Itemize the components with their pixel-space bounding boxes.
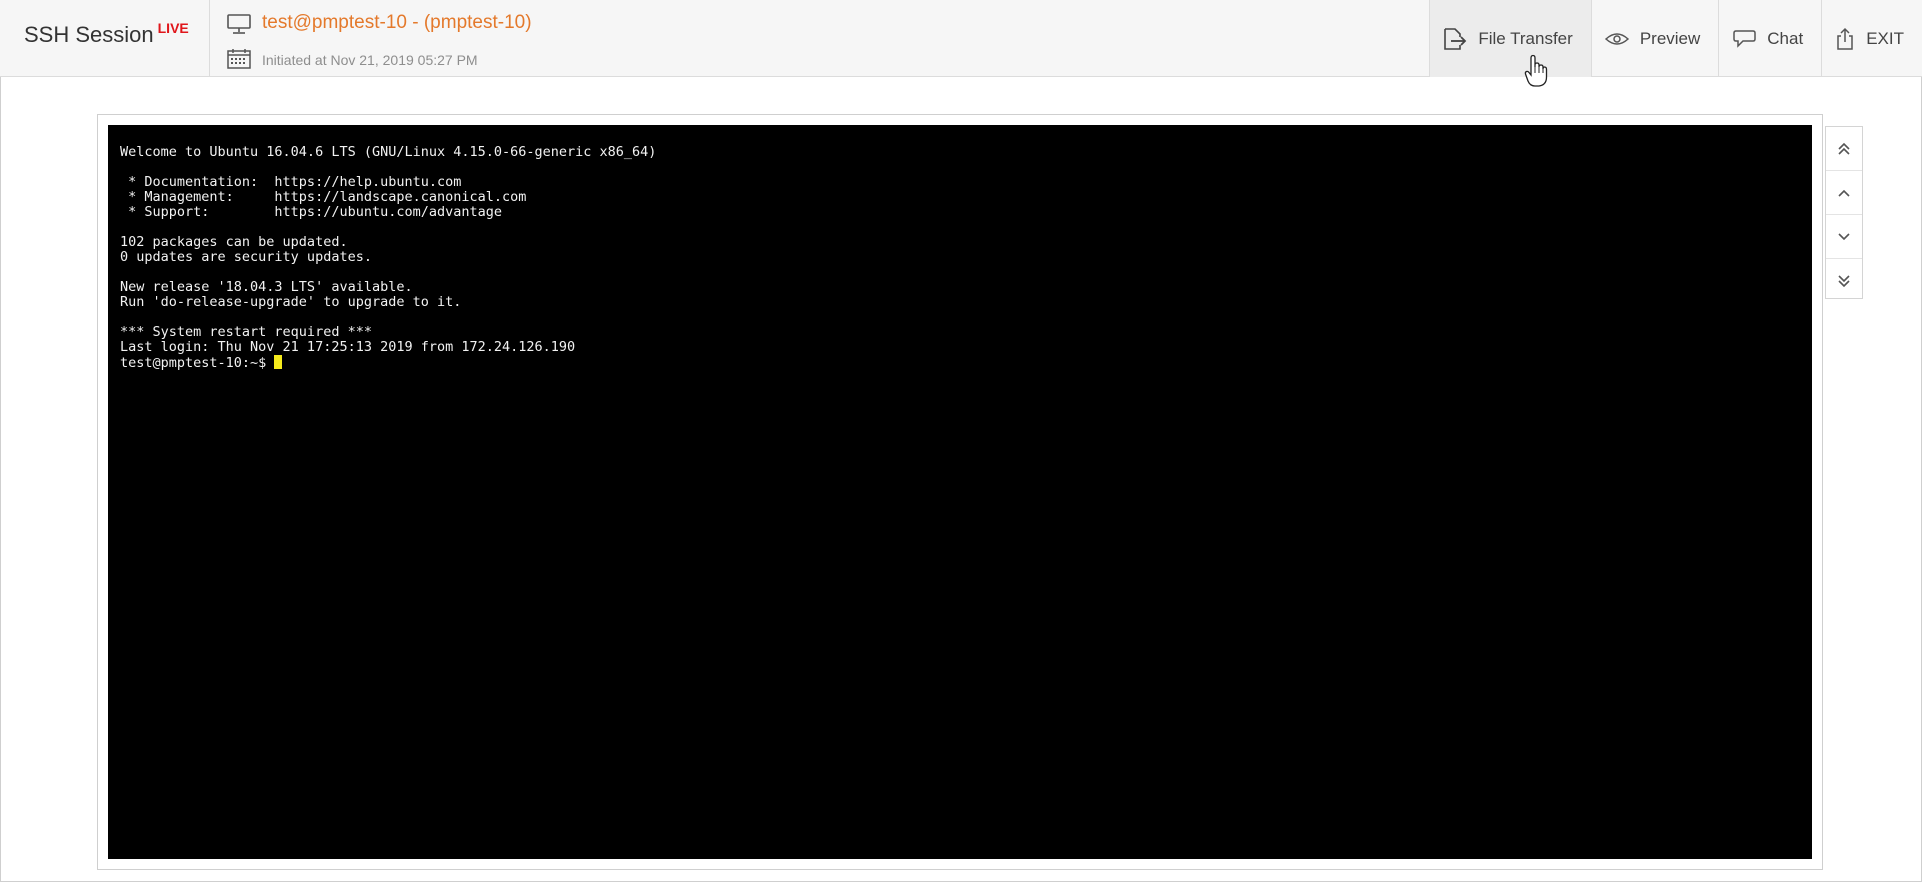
- exit-label: EXIT: [1866, 28, 1904, 48]
- terminal-screen[interactable]: Welcome to Ubuntu 16.04.6 LTS (GNU/Linux…: [108, 125, 1812, 859]
- preview-button[interactable]: Preview: [1590, 0, 1718, 77]
- scroll-up-button[interactable]: [1826, 171, 1862, 215]
- terminal-line: 0 updates are security updates.: [120, 249, 372, 265]
- chevron-up-icon: [1838, 189, 1850, 197]
- terminal-line: Run 'do-release-upgrade' to upgrade to i…: [120, 294, 462, 310]
- terminal-prompt: test@pmptest-10:~$: [120, 355, 275, 371]
- monitor-icon: [227, 14, 251, 34]
- terminal-container: Welcome to Ubuntu 16.04.6 LTS (GNU/Linux…: [97, 114, 1823, 870]
- terminal-line: * Documentation: https://help.ubuntu.com: [120, 174, 462, 190]
- preview-label: Preview: [1639, 28, 1701, 48]
- header-bar: SSH Session LIVE test@pmptest-10 - (pmpte…: [0, 0, 1922, 77]
- scroll-down-button[interactable]: [1826, 215, 1862, 259]
- hand-cursor-icon: [1524, 54, 1548, 87]
- exit-button[interactable]: EXIT: [1821, 0, 1922, 77]
- session-initiated-time: Initiated at Nov 21, 2019 05:27 PM: [262, 52, 478, 68]
- chevron-down-icon: [1838, 232, 1850, 240]
- scroll-top-button[interactable]: [1826, 127, 1862, 171]
- terminal-line: *** System restart required ***: [120, 324, 372, 340]
- session-title: test@pmptest-10 - (pmptest-10): [262, 12, 532, 33]
- terminal-line: Welcome to Ubuntu 16.04.6 LTS (GNU/Linux…: [120, 144, 657, 160]
- exit-icon: [1837, 27, 1853, 50]
- double-chevron-up-icon: [1838, 142, 1850, 155]
- header-actions: File Transfer Preview Chat EXIT: [1429, 0, 1922, 77]
- chat-icon: [1733, 29, 1757, 48]
- calendar-icon: [227, 49, 251, 69]
- header-divider: [209, 0, 210, 77]
- live-badge: LIVE: [157, 20, 189, 36]
- file-transfer-icon: [1444, 27, 1467, 50]
- terminal-line: * Management: https://landscape.canonica…: [120, 189, 527, 205]
- terminal-prompt-line: test@pmptest-10:~$: [120, 355, 1800, 371]
- terminal-line: 102 packages can be updated.: [120, 234, 348, 250]
- terminal-line: * Support: https://ubuntu.com/advantage: [120, 204, 503, 220]
- eye-icon: [1604, 32, 1629, 45]
- terminal-line: Last login: Thu Nov 21 17:25:13 2019 fro…: [120, 339, 576, 355]
- app-title-text: SSH Session: [24, 22, 154, 47]
- terminal-cursor: [274, 355, 283, 369]
- terminal-line: New release '18.04.3 LTS' available.: [120, 279, 413, 295]
- chat-button[interactable]: Chat: [1718, 0, 1821, 77]
- scroll-controls: [1825, 126, 1863, 299]
- app-title: SSH Session LIVE: [24, 20, 189, 48]
- file-transfer-label: File Transfer: [1478, 28, 1573, 48]
- double-chevron-down-icon: [1838, 274, 1850, 287]
- scroll-bottom-button[interactable]: [1826, 259, 1862, 302]
- file-transfer-button[interactable]: File Transfer: [1429, 0, 1591, 77]
- chat-label: Chat: [1767, 28, 1804, 48]
